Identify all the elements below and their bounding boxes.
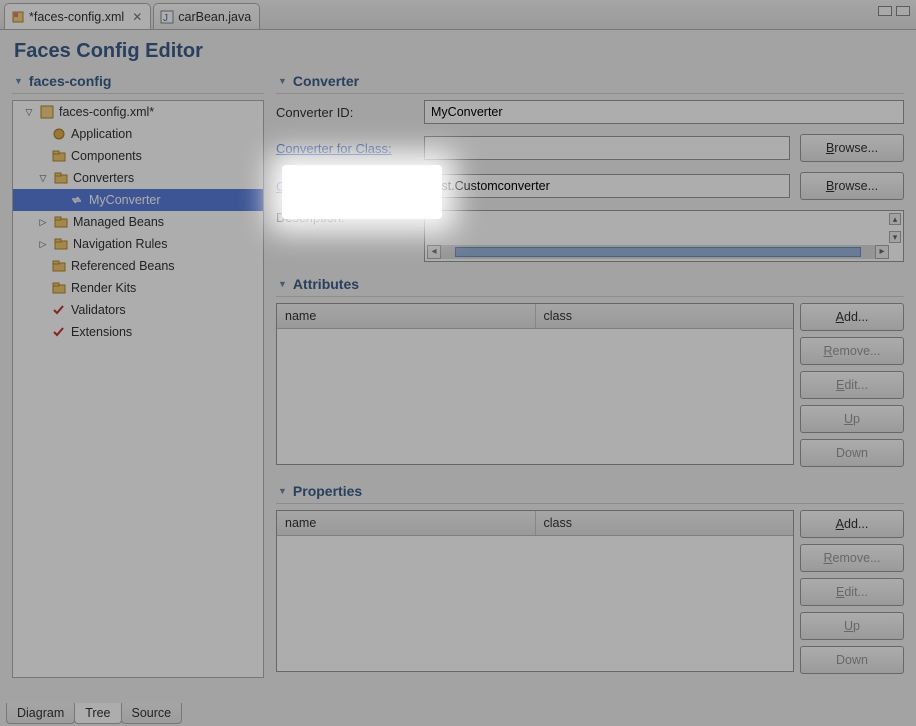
expand-right-icon[interactable]: ▷: [37, 238, 49, 250]
window-controls: [878, 6, 910, 16]
tab-source[interactable]: Source: [121, 703, 183, 724]
col-name[interactable]: name: [277, 511, 536, 535]
tab-faces-config[interactable]: *faces-config.xml ✕: [4, 3, 151, 29]
chevron-down-icon: ▼: [278, 76, 287, 86]
maximize-icon[interactable]: [896, 6, 910, 16]
tree-validators[interactable]: Validators: [13, 299, 263, 321]
add-button[interactable]: Add...: [800, 510, 904, 538]
converter-class-input[interactable]: [424, 174, 790, 198]
attributes-table[interactable]: name class: [276, 303, 794, 465]
tree-managed-beans[interactable]: ▷ Managed Beans: [13, 211, 263, 233]
tree-referenced-beans[interactable]: Referenced Beans: [13, 255, 263, 277]
tree-view[interactable]: ▽ faces-config.xml* Application Componen…: [12, 100, 264, 678]
edit-button[interactable]: Edit...: [800, 371, 904, 399]
editor-title: Faces Config Editor: [0, 30, 916, 69]
folder-icon: [53, 214, 69, 230]
down-button[interactable]: Down: [800, 439, 904, 467]
browse-button[interactable]: Browse...: [800, 134, 904, 162]
file-icon: [11, 10, 25, 24]
converter-for-class-input[interactable]: [424, 136, 790, 160]
tree-navigation-rules[interactable]: ▷ Navigation Rules: [13, 233, 263, 255]
folder-icon: [51, 148, 67, 164]
description-textarea[interactable]: ▴▾ ◂▸: [424, 210, 904, 262]
bottom-tabbar: Diagram Tree Source: [6, 703, 181, 724]
folder-icon: [53, 236, 69, 252]
tree-root[interactable]: ▽ faces-config.xml*: [13, 101, 263, 123]
expand-down-icon[interactable]: ▽: [23, 106, 35, 118]
check-icon: [51, 302, 67, 318]
converter-header[interactable]: ▼ Converter: [276, 69, 904, 94]
spot-converter-class[interactable]: Converter Class:: [300, 178, 397, 193]
tree-render-kits[interactable]: Render Kits: [13, 277, 263, 299]
col-name[interactable]: name: [277, 304, 536, 328]
properties-table[interactable]: name class: [276, 510, 794, 672]
tree-application[interactable]: Application: [13, 123, 263, 145]
browse-button[interactable]: Browse...: [800, 172, 904, 200]
converter-for-class-label[interactable]: Converter for Class:: [276, 141, 414, 156]
tab-carbean[interactable]: J carBean.java: [153, 3, 260, 29]
up-button[interactable]: Up: [800, 612, 904, 640]
tree-components[interactable]: Components: [13, 145, 263, 167]
tab-label: *faces-config.xml: [29, 10, 124, 24]
tree-myconverter[interactable]: MyConverter: [13, 189, 263, 211]
converter-id-label: Converter ID:: [276, 105, 414, 120]
col-class[interactable]: class: [536, 304, 794, 328]
tab-label: carBean.java: [178, 10, 251, 24]
folder-icon: [51, 280, 67, 296]
edit-button[interactable]: Edit...: [800, 578, 904, 606]
tab-tree[interactable]: Tree: [74, 703, 121, 724]
converter-icon: [69, 192, 85, 208]
tree-extensions[interactable]: Extensions: [13, 321, 263, 343]
xml-file-icon: [39, 104, 55, 120]
editor-tabbar: *faces-config.xml ✕ J carBean.java: [0, 0, 916, 30]
down-button[interactable]: Down: [800, 646, 904, 674]
chevron-down-icon: ▼: [278, 279, 287, 289]
folder-icon: [51, 258, 67, 274]
check-icon: [51, 324, 67, 340]
remove-button[interactable]: Remove...: [800, 544, 904, 572]
svg-text:J: J: [163, 13, 168, 24]
expand-down-icon[interactable]: ▽: [37, 172, 49, 184]
add-button[interactable]: Add...: [800, 303, 904, 331]
tree-converters[interactable]: ▽ Converters: [13, 167, 263, 189]
folder-icon: [53, 170, 69, 186]
tab-diagram[interactable]: Diagram: [6, 703, 75, 724]
up-button[interactable]: Up: [800, 405, 904, 433]
attributes-header[interactable]: ▼ Attributes: [276, 272, 904, 297]
scrollbar-vertical[interactable]: ▴▾: [889, 213, 901, 243]
col-class[interactable]: class: [536, 511, 794, 535]
scrollbar-horizontal[interactable]: ◂▸: [427, 245, 889, 259]
chevron-down-icon: ▼: [14, 76, 23, 86]
spot-description: Description:: [300, 204, 369, 219]
close-icon[interactable]: ✕: [132, 10, 142, 24]
app-icon: [51, 126, 67, 142]
properties-header[interactable]: ▼ Properties: [276, 479, 904, 504]
java-icon: J: [160, 10, 174, 24]
minimize-icon[interactable]: [878, 6, 892, 16]
expand-right-icon[interactable]: ▷: [37, 216, 49, 228]
remove-button[interactable]: Remove...: [800, 337, 904, 365]
tree-header[interactable]: ▼ faces-config: [12, 69, 264, 94]
converter-id-input[interactable]: [424, 100, 904, 124]
chevron-down-icon: ▼: [278, 486, 287, 496]
